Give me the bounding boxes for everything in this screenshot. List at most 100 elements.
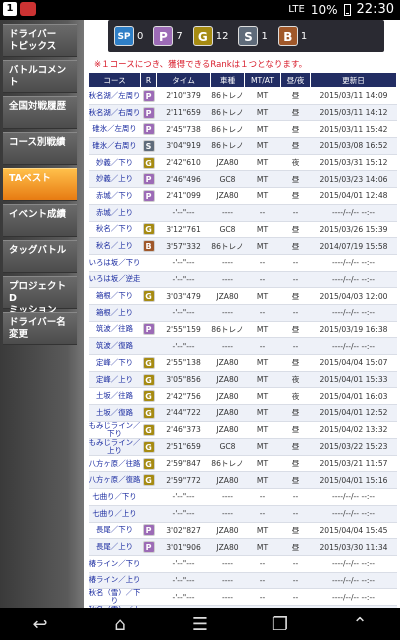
- table-row[interactable]: 妙義／下り G 2'42"610 JZA80 MT 夜 2015/03/31 15:12: [88, 154, 397, 172]
- course-link[interactable]: 碓氷／右周り: [88, 137, 141, 155]
- course-link[interactable]: 箱根／上り: [88, 304, 141, 322]
- table-row[interactable]: いろは坂／逆走 -'--"--- ---- -- -- ----/--/-- --:--: [88, 271, 397, 289]
- course-link[interactable]: もみじライン／下り: [88, 421, 141, 439]
- rank-badge: SP 0: [114, 26, 143, 46]
- sidebar-item[interactable]: TAベスト: [3, 168, 77, 201]
- course-link[interactable]: 筑波／復路: [88, 337, 141, 355]
- course-link[interactable]: 八方ヶ原／往路: [88, 455, 141, 473]
- sidebar: ドライバー トピックス バトルコメント 全国対戦履歴 コース別戦績 TAベスト イベント成…: [0, 20, 84, 608]
- cell-daynight: 夜: [280, 371, 311, 389]
- rank-icon: G: [142, 474, 155, 487]
- course-link[interactable]: 七曲り／下り: [88, 488, 141, 506]
- course-link[interactable]: 七曲り／上り: [88, 505, 141, 523]
- cell-mt: --: [244, 337, 281, 355]
- course-link[interactable]: 八方ヶ原／復路: [88, 471, 141, 490]
- course-link[interactable]: 筑波／往路: [88, 321, 141, 339]
- table-row[interactable]: 秋名湖／右周り P 2'11"659 86トレノ MT 昼 2015/03/11 14:12: [88, 104, 397, 122]
- cell-car: JZA80: [210, 387, 245, 406]
- table-row[interactable]: 秋名／下り G 3'12"761 GC8 MT 昼 2015/03/26 15:39: [88, 221, 397, 239]
- table-row[interactable]: もみじライン／上り G 2'51"659 GC8 MT 昼 2015/03/22 15:23: [88, 438, 397, 456]
- table-row[interactable]: 椿ライン／下り -'--"--- ---- -- -- ----/--/-- --:--: [88, 555, 397, 573]
- collapse-icon[interactable]: ⌃: [340, 614, 380, 635]
- table-row[interactable]: 七曲り／上り -'--"--- ---- -- -- ----/--/-- --:--: [88, 505, 397, 523]
- course-link[interactable]: 土坂／往路: [88, 387, 141, 406]
- table-row[interactable]: いろは坂／下り -'--"--- ---- -- -- ----/--/-- --:--: [88, 254, 397, 272]
- back-icon[interactable]: ↩: [20, 614, 60, 635]
- cell-daynight: --: [280, 488, 311, 506]
- course-link[interactable]: 長尾／上り: [88, 538, 141, 556]
- cell-time: 2'44"722: [156, 404, 211, 422]
- cell-daynight: --: [280, 588, 311, 607]
- table-row[interactable]: 八方ヶ原／往路 G 2'59"847 86トレノ MT 昼 2015/03/21 11:57: [88, 455, 397, 473]
- table-row[interactable]: もみじライン／下り G 2'46"373 JZA80 MT 昼 2015/04/02 13:…: [88, 421, 397, 439]
- cell-date: 2015/03/21 11:57: [310, 455, 397, 473]
- cell-car: ----: [210, 572, 245, 590]
- course-link[interactable]: 秋名／上り: [88, 237, 141, 255]
- sidebar-item[interactable]: イベント成績: [3, 204, 77, 237]
- course-link[interactable]: 秋名／下り: [88, 221, 141, 239]
- table-row[interactable]: 秋名（雪）／下り -'--"--- ---- -- -- ----/--/-- --:--: [88, 588, 397, 607]
- table-row[interactable]: 土坂／復路 G 2'44"722 JZA80 MT 昼 2015/04/01 12:52: [88, 404, 397, 422]
- course-link[interactable]: 妙義／上り: [88, 170, 141, 189]
- course-link[interactable]: 箱根／下り: [88, 287, 141, 305]
- battery-percent: 10%: [310, 2, 338, 17]
- table-row[interactable]: 七曲り／下り -'--"--- ---- -- -- ----/--/-- --:--: [88, 488, 397, 506]
- course-link[interactable]: いろは坂／逆走: [88, 271, 141, 289]
- course-link[interactable]: 椿ライン／下り: [88, 555, 141, 573]
- table-row[interactable]: 赤城／下り P 2'41"099 JZA80 MT 昼 2015/04/01 12:48: [88, 187, 397, 205]
- course-link[interactable]: 土坂／復路: [88, 404, 141, 422]
- sidebar-item[interactable]: タッグバトル: [3, 240, 77, 273]
- cell-time: -'--"---: [156, 304, 211, 322]
- course-link[interactable]: 妙義／下り: [88, 154, 141, 172]
- table-row[interactable]: 筑波／往路 P 2'55"159 86トレノ MT 昼 2015/03/19 16:38: [88, 321, 397, 339]
- course-link[interactable]: 長尾／下り: [88, 522, 141, 540]
- table-row[interactable]: 筑波／復路 -'--"--- ---- -- -- ----/--/-- --:--: [88, 337, 397, 355]
- cell-time: -'--"---: [156, 488, 211, 506]
- table-row[interactable]: 箱根／下り G 3'03"479 JZA80 MT 昼 2015/04/03 12:00: [88, 287, 397, 305]
- course-link[interactable]: いろは坂／下り: [88, 254, 141, 272]
- cell-rank: S: [140, 137, 157, 155]
- table-row[interactable]: 定峰／上り G 3'05"856 JZA80 MT 夜 2015/04/01 15:33: [88, 371, 397, 389]
- course-link[interactable]: 定峰／下り: [88, 354, 141, 372]
- table-row[interactable]: 定峰／下り G 2'55"138 JZA80 MT 昼 2015/04/04 15:07: [88, 354, 397, 372]
- rank-icon: P: [142, 123, 155, 136]
- table-row[interactable]: 秋名湖／左周り P 2'10"379 86トレノ MT 昼 2015/03/11 14:09: [88, 87, 397, 105]
- sidebar-item[interactable]: 全国対戦履歴: [3, 96, 77, 129]
- course-link[interactable]: 秋名湖／右周り: [88, 104, 141, 122]
- home-icon[interactable]: ⌂: [100, 614, 140, 635]
- table-row[interactable]: 箱根／上り -'--"--- ---- -- -- ----/--/-- --:--: [88, 304, 397, 322]
- course-link[interactable]: 定峰／上り: [88, 371, 141, 389]
- cell-daynight: 昼: [280, 187, 311, 205]
- menu-icon[interactable]: ☰: [180, 614, 220, 635]
- course-link[interactable]: 碓氷／左周り: [88, 120, 141, 139]
- table-row[interactable]: 土坂／往路 G 2'42"756 JZA80 MT 夜 2015/04/01 16:03: [88, 387, 397, 406]
- cell-mt: --: [244, 271, 281, 289]
- table-row[interactable]: 碓氷／左周り P 2'45"738 86トレノ MT 昼 2015/03/11 15:42: [88, 120, 397, 139]
- table-row[interactable]: 長尾／下り P 3'02"827 JZA80 MT 昼 2015/04/04 15:45: [88, 522, 397, 540]
- course-link[interactable]: 秋名（雪）／下り: [88, 588, 141, 607]
- sidebar-item[interactable]: コース別戦績: [3, 132, 77, 165]
- cell-car: ----: [210, 337, 245, 355]
- table-row[interactable]: 八方ヶ原／復路 G 2'59"772 JZA80 MT 昼 2015/04/01 15:16: [88, 471, 397, 490]
- course-link[interactable]: 椿ライン／上り: [88, 572, 141, 590]
- sidebar-item[interactable]: プロジェクトD ミッション: [3, 276, 77, 316]
- course-link[interactable]: もみじライン／上り: [88, 438, 141, 456]
- cell-time: 3'01"906: [156, 538, 211, 556]
- table-row[interactable]: 長尾／上り P 3'01"906 JZA80 MT 昼 2015/03/30 11:34: [88, 538, 397, 556]
- course-link[interactable]: 赤城／下り: [88, 187, 141, 205]
- course-link[interactable]: 秋名湖／左周り: [88, 87, 141, 105]
- sidebar-item[interactable]: ドライバー トピックス: [3, 24, 77, 57]
- table-row[interactable]: 赤城／上り -'--"--- ---- -- -- ----/--/-- --:--: [88, 204, 397, 222]
- table-row[interactable]: 椿ライン／上り -'--"--- ---- -- -- ----/--/-- --:--: [88, 572, 397, 590]
- cell-time: -'--"---: [156, 271, 211, 289]
- rank-icon: G: [142, 373, 155, 386]
- table-row[interactable]: 妙義／上り P 2'46"496 GC8 MT 昼 2015/03/23 14:06: [88, 170, 397, 189]
- recent-apps-icon[interactable]: ❐: [260, 614, 300, 635]
- table-row[interactable]: 秋名／上り B 3'57"332 86トレノ MT 昼 2014/07/19 15:58: [88, 237, 397, 255]
- sidebar-item[interactable]: バトルコメント: [3, 60, 77, 93]
- cell-time: -'--"---: [156, 555, 211, 573]
- table-row[interactable]: 碓氷／右周り S 3'04"919 86トレノ MT 昼 2015/03/08 16:52: [88, 137, 397, 155]
- rank-icon: G: [142, 440, 155, 453]
- course-link[interactable]: 赤城／上り: [88, 204, 141, 222]
- sidebar-item[interactable]: ドライバー名 変更: [3, 312, 77, 345]
